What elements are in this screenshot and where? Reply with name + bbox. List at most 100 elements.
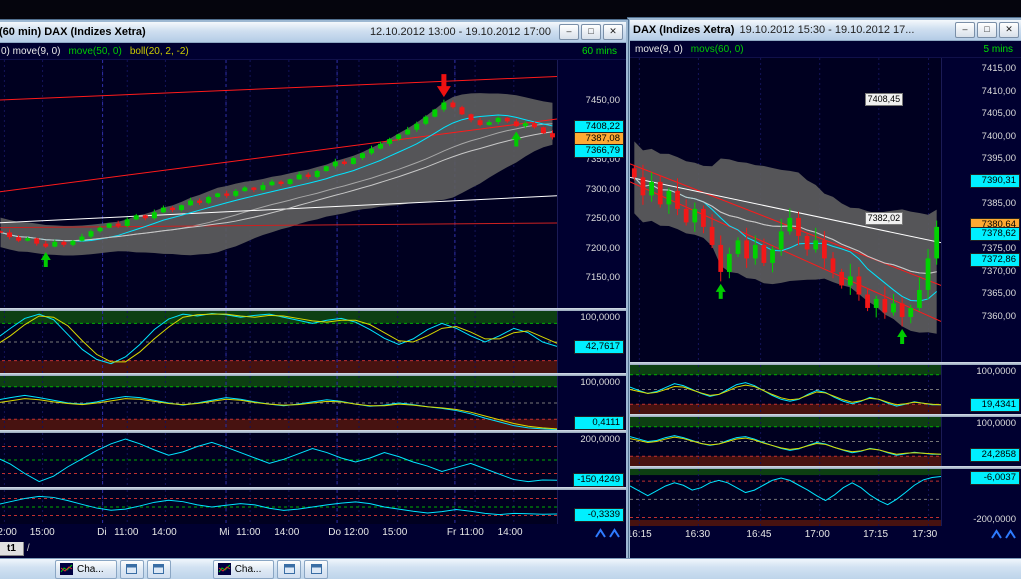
close-button[interactable]: ✕ (999, 22, 1019, 38)
main-chart[interactable] (0, 60, 557, 308)
time-label: 16:45 (746, 529, 771, 540)
time-label: 14:00 (498, 527, 523, 538)
indicator-bar-right: move(9, 0) movs(60, 0) 5 mins (630, 41, 1021, 58)
time-label: 11:00 (236, 527, 260, 538)
main-chart[interactable]: 7408,45 7382,02 (630, 58, 941, 362)
taskbar-mini-button[interactable] (147, 560, 171, 579)
taskbar-mini-button[interactable] (304, 560, 328, 579)
taskbar-mini-button[interactable] (120, 560, 144, 579)
titlebar-right[interactable]: DAX (Indizes Xetra) 19.10.2012 15:30 - 1… (630, 20, 1021, 41)
oscillator-panel-2[interactable] (0, 376, 557, 430)
oscillator-scale-4[interactable]: -0,3339 (557, 490, 626, 524)
chart-window-icon (60, 563, 73, 575)
sheet-tab-t1[interactable]: t1 (0, 542, 24, 556)
close-button[interactable]: ✕ (603, 24, 623, 40)
panel-scale-max: 100,0000 (976, 418, 1016, 429)
oscillator-scale-3[interactable]: 200,0000 -150,4249 (557, 433, 626, 487)
price-tick: 7415,00 (982, 63, 1016, 75)
oscillator-panel-1[interactable] (630, 365, 941, 414)
oscillator-scale-1[interactable]: 100,0000 19,4341 (941, 365, 1021, 414)
chart-scroll-arrows[interactable] (937, 526, 1021, 543)
time-axis[interactable]: 12:0015:00Di11:0014:00Mi11:0014:00Do12:0… (0, 524, 553, 542)
indicator-label: move(9, 0) (635, 44, 683, 55)
indicator-label: move(50, 0) (68, 46, 121, 57)
maximize-button[interactable]: □ (977, 22, 997, 38)
price-tick: 7405,00 (982, 108, 1016, 120)
price-tick: 7250,00 (586, 213, 620, 225)
oscillator-panel-3[interactable] (630, 469, 941, 526)
oscillator-panel-3[interactable] (0, 433, 557, 487)
time-label: 17:00 (805, 529, 830, 540)
chart-price-label: 7408,45 (865, 93, 904, 106)
indicator-label: 0) move(9, 0) (1, 46, 60, 57)
taskbar-item-chart-2[interactable]: Cha... (213, 560, 275, 579)
panel-scale-min: -200,0000 (973, 514, 1016, 525)
chart-price-label: 7382,02 (865, 212, 904, 225)
timeframe-label: 5 mins (984, 44, 1017, 55)
time-label: 14:00 (152, 527, 177, 538)
oscillator-scale-2[interactable]: 100,000024,2858 (941, 417, 1021, 466)
scroll-down-icon (1005, 529, 1016, 540)
maximize-button[interactable]: □ (581, 24, 601, 40)
panel-scale-max: 100,0000 (580, 312, 620, 323)
oscillator-panel-4[interactable] (0, 490, 557, 524)
price-tick: 7200,00 (586, 243, 620, 255)
oscillator-scale-2[interactable]: 100,00000,4111 (557, 376, 626, 430)
panel-scale-max: 200,0000 (580, 434, 620, 445)
window-title: (60 min) DAX (Indizes Xetra) (0, 26, 146, 38)
scroll-down-icon (609, 528, 620, 539)
price-scale[interactable]: 7415,007410,007405,007400,007395,007390,… (941, 58, 1021, 362)
oscillator-scale-3[interactable]: -200,0000-6,0037 (941, 469, 1021, 526)
price-tick: 7365,00 (982, 288, 1016, 300)
taskbar-group-2: Cha... (213, 560, 329, 579)
indicator-bar-left: 0) move(9, 0)move(50, 0)boll(20, 2, -2) … (0, 43, 626, 60)
oscillator-panel-1[interactable] (0, 311, 557, 373)
time-label: 14:00 (274, 527, 299, 538)
taskbar-item-label: Cha... (235, 564, 262, 575)
indicator-label: movs(60, 0) (691, 44, 744, 55)
chart-window-icon (218, 563, 231, 575)
scroll-up-icon (595, 528, 606, 539)
time-label: 12:00 (0, 527, 17, 538)
price-label-box: 7366,79 (574, 144, 624, 158)
oscillator-panel-2[interactable] (630, 417, 941, 466)
chart-window-5min: DAX (Indizes Xetra) 19.10.2012 15:30 - 1… (628, 18, 1021, 558)
titlebar-left[interactable]: (60 min) DAX (Indizes Xetra) 12.10.2012 … (0, 22, 626, 43)
time-axis[interactable]: 16:1516:3016:4517:0017:1517:30 (630, 526, 937, 543)
price-tick: 7150,00 (586, 272, 620, 284)
price-label-box: -150,4249 (573, 473, 624, 487)
window-icon (153, 564, 164, 574)
panel-scale-max: 100,0000 (580, 377, 620, 388)
date-range: 12.10.2012 13:00 - 19.10.2012 17:00 (370, 26, 551, 38)
price-tick: 7450,00 (586, 95, 620, 107)
time-label: Di (97, 527, 106, 538)
time-label: 11:00 (460, 527, 484, 538)
time-label: 12:00 (344, 527, 369, 538)
chart-scroll-arrows[interactable] (553, 524, 626, 542)
indicator-label: boll(20, 2, -2) (130, 46, 189, 57)
price-tick: 7370,00 (982, 266, 1016, 278)
timeframe-label: 60 mins (582, 46, 621, 57)
oscillator-scale-1[interactable]: 100,0000 42,7617 (557, 311, 626, 373)
window-icon (284, 564, 295, 574)
minimize-button[interactable]: – (955, 22, 975, 38)
scroll-up-icon (991, 529, 1002, 540)
window-icon (126, 564, 137, 574)
price-tick: 7385,00 (982, 198, 1016, 210)
time-label: 17:15 (863, 529, 888, 540)
price-label-box: 19,4341 (970, 398, 1020, 412)
minimize-button[interactable]: – (559, 24, 579, 40)
taskbar-item-label: Cha... (77, 564, 104, 575)
price-label-box: 7390,31 (970, 174, 1020, 188)
price-scale[interactable]: 7450,007400,007350,007300,007250,007200,… (557, 60, 626, 308)
taskbar-group-1: Cha... (55, 560, 171, 579)
panel-scale-max: 100,0000 (976, 366, 1016, 377)
time-label: Fr (447, 527, 456, 538)
window-buttons: – □ ✕ (559, 24, 623, 40)
price-label-box: 42,7617 (574, 340, 624, 354)
time-label: 16:30 (685, 529, 710, 540)
price-label-box: 7372,86 (970, 253, 1020, 267)
taskbar-item-chart-1[interactable]: Cha... (55, 560, 117, 579)
taskbar-mini-button[interactable] (277, 560, 301, 579)
time-label: 15:00 (30, 527, 55, 538)
